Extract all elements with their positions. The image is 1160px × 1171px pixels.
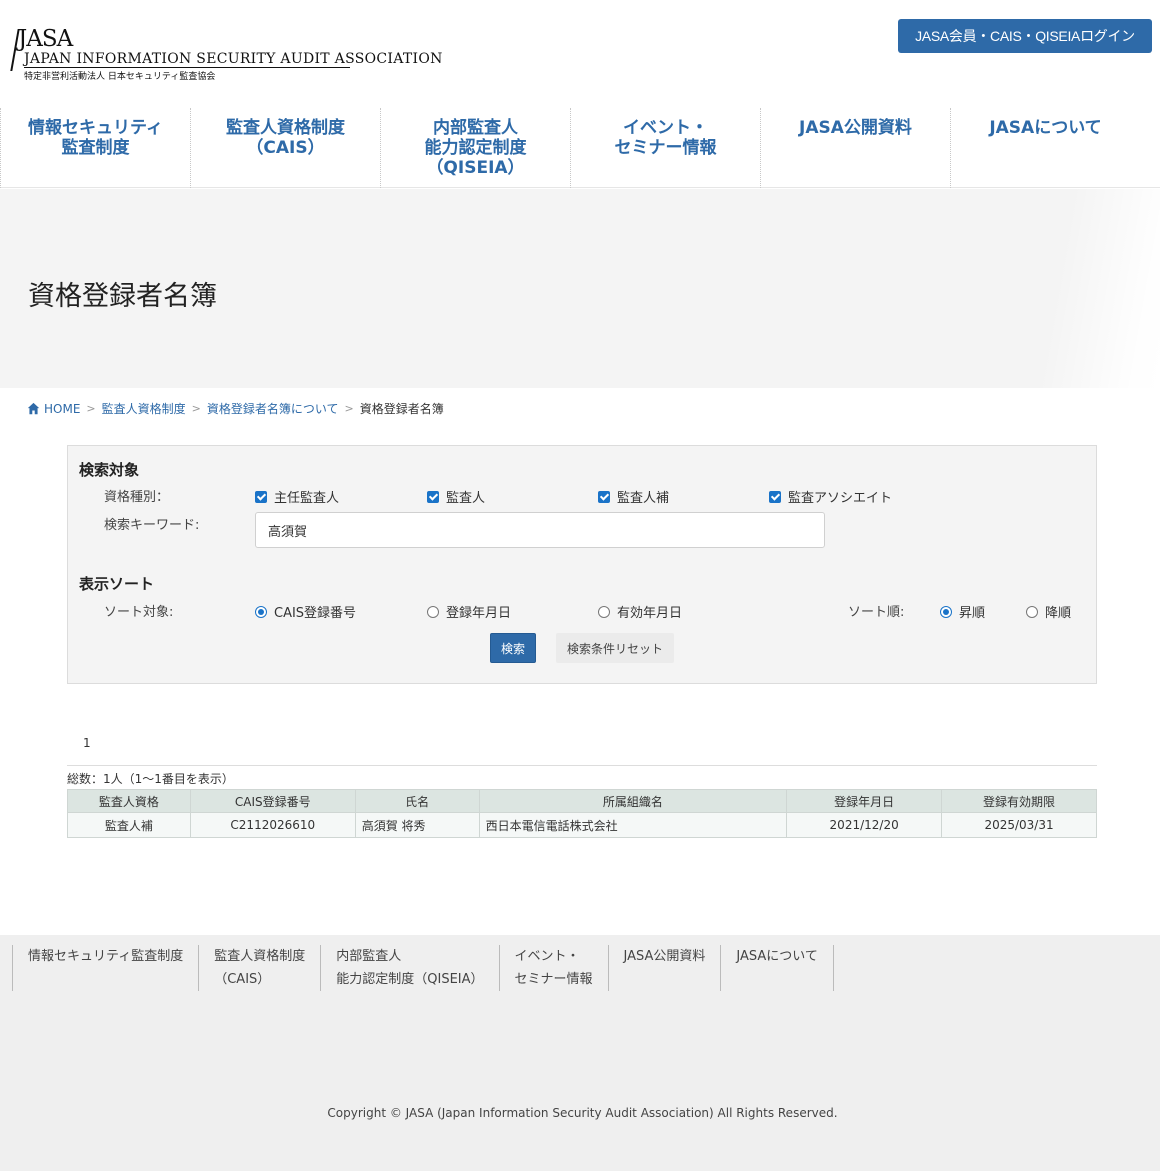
radio-label: 登録年月日 [446,606,512,621]
cell-expiry-date: 2025/03/31 [941,812,1097,838]
footer-nav: 情報セキュリティ監査制度 監査人資格制度 （CAIS） 内部監査人 能力認定制度… [12,945,834,991]
hero-decoration [1020,189,1160,388]
breadcrumb-current: 資格登録者名簿 [359,402,444,416]
member-login-button[interactable]: JASA会員・CAIS・QISEIAログイン [898,19,1152,53]
logo-underline [24,67,350,68]
column-header-organization: 所属組織名 [478,789,788,813]
footer-link-publications[interactable]: JASA公開資料 [607,945,721,991]
radio-label: 有効年月日 [617,606,683,621]
footer-link-qiseia[interactable]: 内部監査人 能力認定制度（QISEIA） [320,945,498,991]
cell-cais-number: C2112026610 [189,812,356,838]
radio-selected-icon[interactable] [940,605,952,618]
column-header-cais-number: CAIS登録番号 [189,789,356,813]
radio-label: 昇順 [959,606,986,621]
radio-label: 降順 [1045,606,1072,621]
jasa-logo[interactable]: JASA JAPAN INFORMATION SECURITY AUDIT AS… [10,26,442,86]
cell-qualification: 監査人補 [67,812,191,838]
checkbox-lead-auditor[interactable]: 主任監査人 [255,487,339,506]
column-header-qualification: 監査人資格 [67,789,191,813]
breadcrumb: HOME > 監査人資格制度 > 資格登録者名簿について > 資格登録者名簿 [27,400,444,417]
checkbox-checked-icon[interactable] [769,490,781,503]
checkbox-checked-icon[interactable] [255,490,267,503]
global-nav: 情報セキュリティ 監査制度 監査人資格制度 （CAIS） 内部監査人 能力認定制… [0,108,1160,188]
footer-link-events[interactable]: イベント・ セミナー情報 [498,945,608,991]
checkbox-checked-icon[interactable] [427,490,439,503]
checkbox-label: 主任監査人 [274,491,340,506]
sort-order-label: ソート順: [848,605,905,620]
table-row: 監査人補 C2112026610 高須賀 将秀 西日本電信電話株式会社 2021… [67,812,1097,838]
pagination-page-1[interactable]: 1 [83,736,91,750]
copyright-text: Copyright © JASA (Japan Information Secu… [327,1106,838,1120]
nav-item-label: 監査人資格制度 （CAIS） [226,118,345,158]
logo-japanese-name: 特定非営利活動法人 日本セキュリティ監査協会 [24,72,216,82]
cell-organization: 西日本電信電話株式会社 [478,812,788,838]
radio-label: CAIS登録番号 [274,606,357,621]
radio-sort-cais-number[interactable]: CAIS登録番号 [255,602,356,621]
checkbox-label: 監査人補 [617,491,670,506]
search-form: 検索対象 資格種別： 主任監査人 監査人 監査人補 監査アソシエイト 検索キーワ… [67,445,1097,684]
footer-link-security-audit[interactable]: 情報セキュリティ監査制度 [12,945,198,991]
cell-name: 高須賀 将秀 [354,812,480,838]
nav-item-label: JASAについて [989,118,1102,138]
radio-unselected-icon[interactable] [598,605,610,618]
footer-link-cais[interactable]: 監査人資格制度 （CAIS） [198,945,320,991]
radio-sort-expiry-date[interactable]: 有効年月日 [598,602,682,621]
nav-item-label: 情報セキュリティ 監査制度 [28,118,163,158]
nav-item-qiseia[interactable]: 内部監査人 能力認定制度 （QISEIA） [380,108,570,188]
qualification-type-label: 資格種別： [104,490,170,505]
breadcrumb-about-register[interactable]: 資格登録者名簿について [207,400,339,417]
nav-item-about[interactable]: JASAについて [950,108,1140,188]
column-header-name: 氏名 [354,789,480,813]
search-button[interactable]: 検索 [490,633,536,663]
radio-sort-ascending[interactable]: 昇順 [940,602,985,621]
radio-unselected-icon[interactable] [1026,605,1038,618]
breadcrumb-home[interactable]: HOME [44,402,80,416]
column-header-registration-date: 登録年月日 [786,789,943,813]
nav-item-publications[interactable]: JASA公開資料 [760,108,950,188]
page-hero: 資格登録者名簿 [0,189,1160,388]
radio-unselected-icon[interactable] [427,605,439,618]
breadcrumb-cais[interactable]: 監査人資格制度 [102,400,186,417]
breadcrumb-separator: > [191,402,201,415]
keyword-input[interactable] [255,512,825,548]
cell-registration-date: 2021/12/20 [786,812,943,838]
radio-sort-descending[interactable]: 降順 [1026,602,1071,621]
checkbox-audit-associate[interactable]: 監査アソシエイト [769,487,892,506]
site-header: JASA JAPAN INFORMATION SECURITY AUDIT AS… [0,0,1160,100]
checkbox-label: 監査人 [446,491,486,506]
home-icon [27,402,40,415]
reset-conditions-button[interactable]: 検索条件リセット [556,633,674,663]
nav-item-cais[interactable]: 監査人資格制度 （CAIS） [190,108,380,188]
nav-item-label: JASA公開資料 [799,118,912,138]
keyword-label: 検索キーワード: [104,518,200,533]
results-table: 監査人資格 CAIS登録番号 氏名 所属組織名 登録年月日 登録有効期限 監査人… [67,789,1097,838]
logo-wordmark: JASA [18,26,73,52]
nav-item-label: イベント・ セミナー情報 [614,118,717,158]
column-header-expiry-date: 登録有効期限 [941,789,1097,813]
checkbox-checked-icon[interactable] [598,490,610,503]
search-target-heading: 検索対象 [79,461,140,479]
radio-selected-icon[interactable] [255,605,267,618]
checkbox-auditor[interactable]: 監査人 [427,487,485,506]
checkbox-assistant-auditor[interactable]: 監査人補 [598,487,669,506]
breadcrumb-separator: > [86,402,96,415]
results-count: 総数：1人（1～1番目を表示） [67,772,234,786]
nav-item-security-audit[interactable]: 情報セキュリティ 監査制度 [0,108,190,188]
footer-link-about[interactable]: JASAについて [720,945,834,991]
page-title: 資格登録者名簿 [28,281,217,312]
site-footer: 情報セキュリティ監査制度 監査人資格制度 （CAIS） 内部監査人 能力認定制度… [0,935,1160,1171]
sort-target-label: ソート対象: [104,605,174,620]
results-divider [67,765,1097,766]
radio-sort-registration-date[interactable]: 登録年月日 [427,602,511,621]
nav-item-label: 内部監査人 能力認定制度 （QISEIA） [424,118,527,178]
checkbox-label: 監査アソシエイト [788,491,893,506]
sort-heading: 表示ソート [79,575,155,593]
nav-item-events[interactable]: イベント・ セミナー情報 [570,108,760,188]
breadcrumb-separator: > [344,402,354,415]
table-header-row: 監査人資格 CAIS登録番号 氏名 所属組織名 登録年月日 登録有効期限 [67,789,1097,813]
logo-full-name: JAPAN INFORMATION SECURITY AUDIT ASSOCIA… [24,51,443,67]
